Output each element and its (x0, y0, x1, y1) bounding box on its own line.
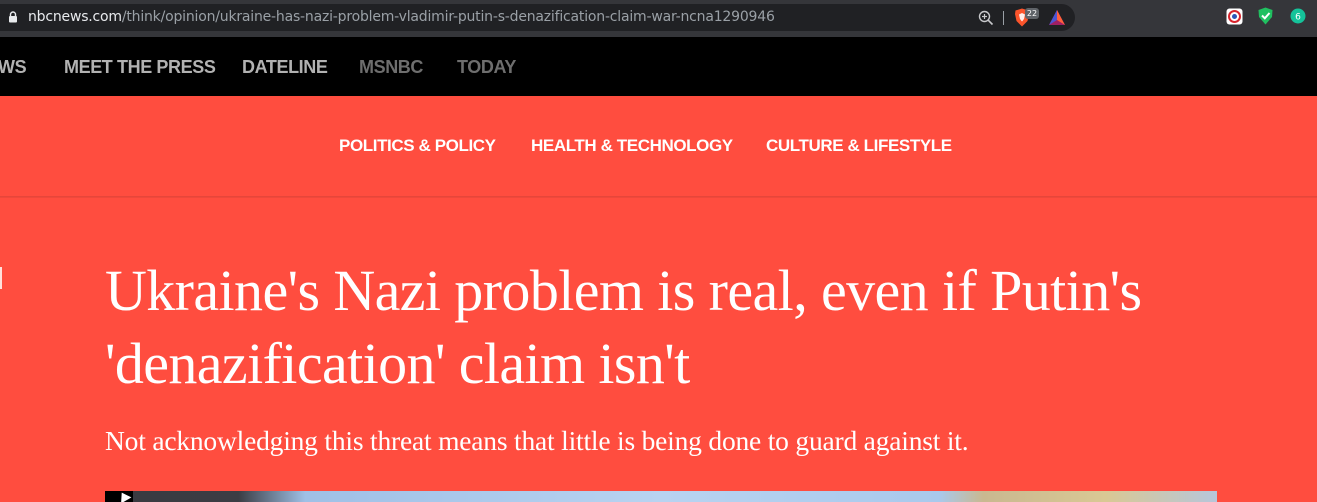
shields-count-badge: 22 (1025, 8, 1039, 19)
article-headline: Ukraine's Nazi problem is real, even if … (105, 254, 1285, 400)
browser-toolbar: nbcnews.com/think/opinion/ukraine-has-na… (0, 0, 1317, 37)
url-text[interactable]: nbcnews.com/think/opinion/ukraine-has-na… (28, 9, 775, 25)
headline-line-1: Ukraine's Nazi problem is real, even if … (105, 258, 1142, 323)
section-nav: POLITICS & POLICY HEALTH & TECHNOLOGY CU… (0, 96, 1317, 197)
article-dek: Not acknowledging this threat means that… (105, 425, 969, 456)
hero-image[interactable] (105, 491, 1217, 502)
extension-label: 6 (1295, 13, 1301, 23)
grammar-extension-icon[interactable]: 6 (1290, 8, 1306, 24)
shield-extension-icon[interactable] (1258, 7, 1273, 25)
section-link-health-technology[interactable]: HEALTH & TECHNOLOGY (531, 136, 733, 156)
lock-icon[interactable] (8, 11, 18, 23)
extension-icon[interactable] (1226, 8, 1243, 25)
nav-link-dateline[interactable]: DATELINE (242, 57, 328, 78)
section-link-politics-policy[interactable]: POLITICS & POLICY (339, 136, 496, 156)
zoom-icon[interactable] (978, 10, 994, 26)
url-host: nbcnews.com (28, 9, 122, 25)
site-top-nav: WS MEET THE PRESS DATELINE MSNBC TODAY (0, 37, 1317, 96)
nav-link-meet-the-press[interactable]: MEET THE PRESS (64, 57, 216, 78)
url-path: /think/opinion/ukraine-has-nazi-problem-… (121, 9, 775, 25)
nav-link-msnbc[interactable]: MSNBC (359, 57, 423, 78)
address-bar[interactable]: nbcnews.com/think/opinion/ukraine-has-na… (0, 4, 1075, 31)
edge-marker (0, 267, 2, 289)
nav-link-news[interactable]: WS (0, 57, 27, 78)
brave-rewards-icon[interactable] (1048, 9, 1066, 26)
headline-line-2: 'denazification' claim isn't (105, 331, 690, 396)
omnibox-separator (1003, 11, 1004, 25)
nav-link-today[interactable]: TODAY (457, 57, 516, 78)
section-link-culture-lifestyle[interactable]: CULTURE & LIFESTYLE (766, 136, 952, 156)
